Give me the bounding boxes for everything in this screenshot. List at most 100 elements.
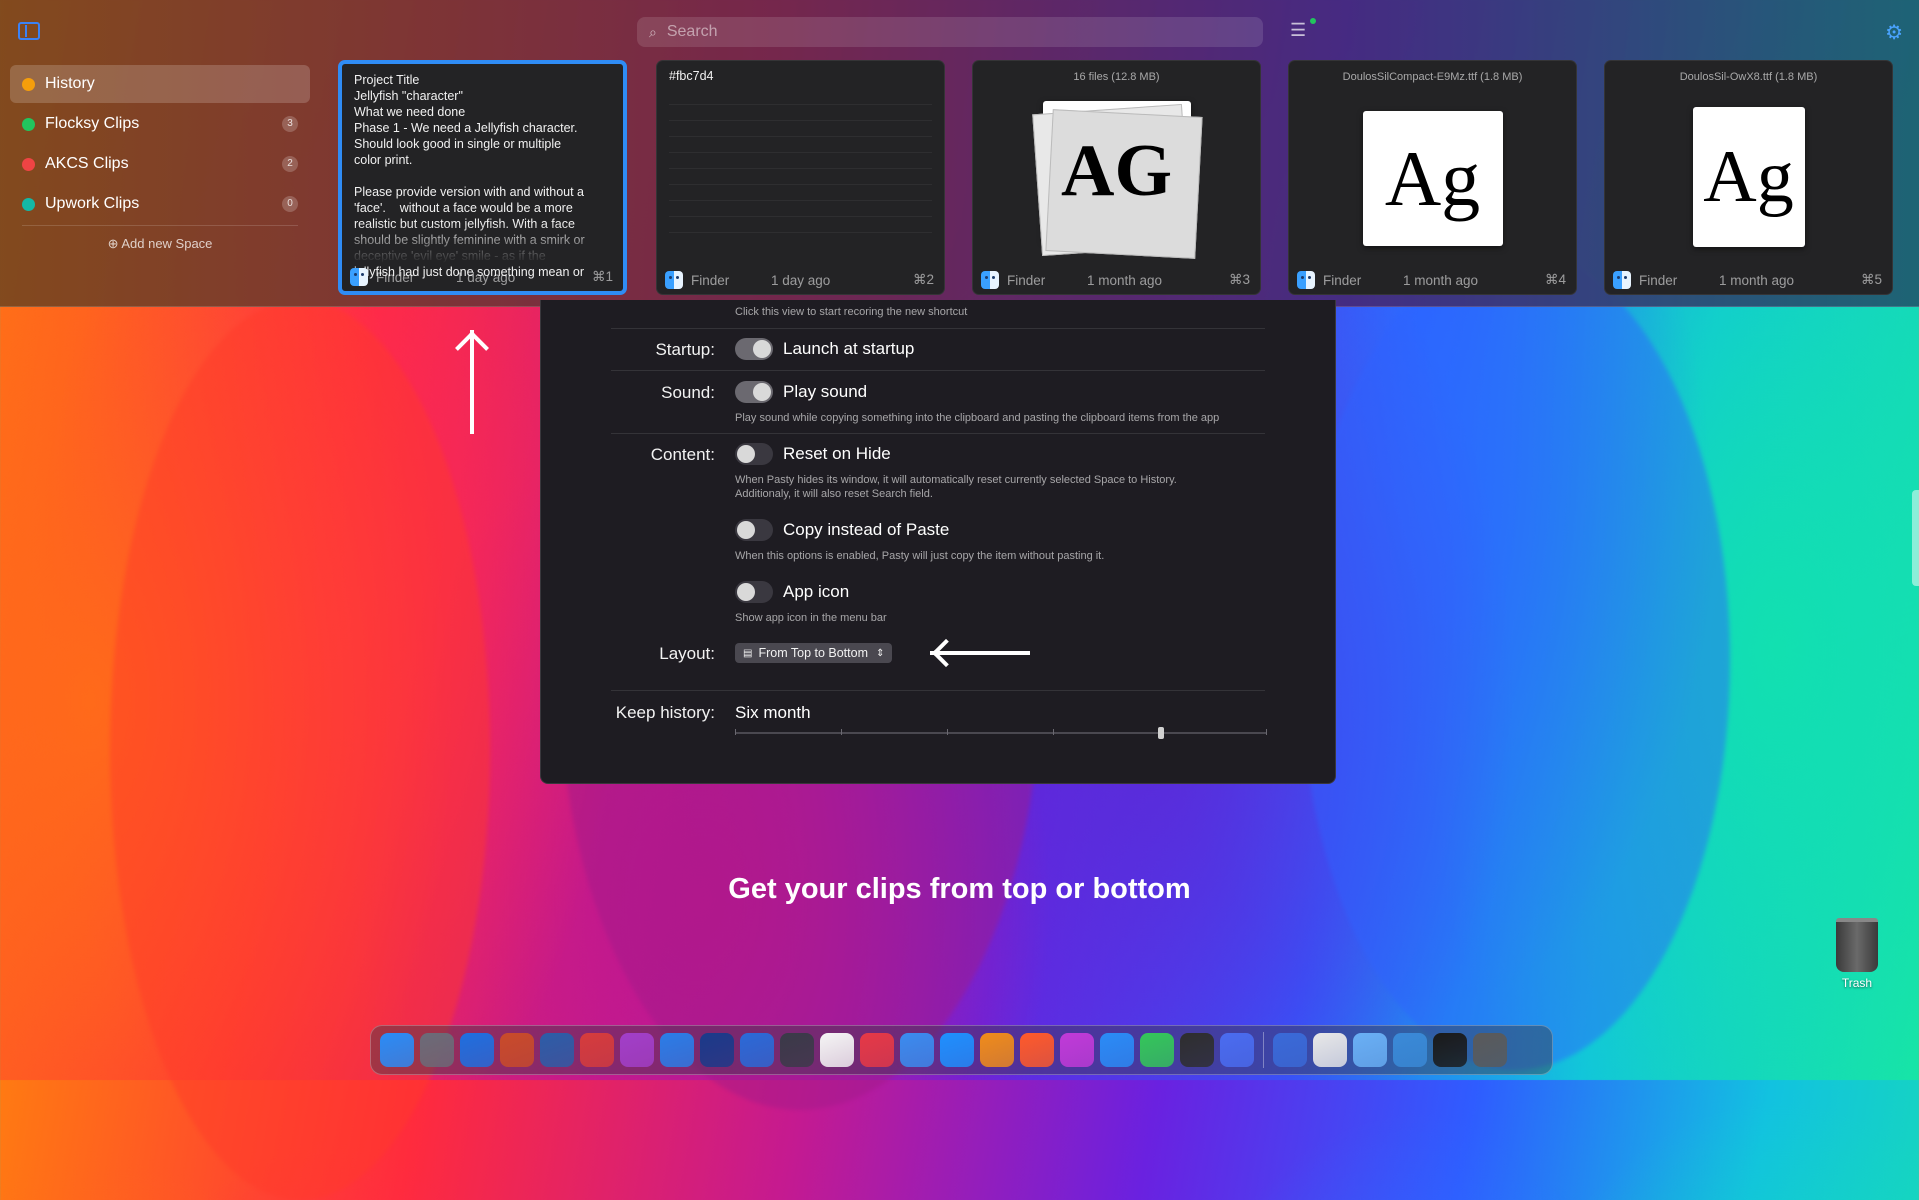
space-item-flocksy[interactable]: Flocksy Clips 3 bbox=[10, 105, 310, 143]
sound-hint: Play sound while copying something into … bbox=[735, 412, 1220, 424]
dock-app-icon[interactable] bbox=[1433, 1033, 1467, 1067]
dock-app-icon[interactable] bbox=[1273, 1033, 1307, 1067]
dock-app-icon[interactable] bbox=[900, 1033, 934, 1067]
dock-app-icon[interactable] bbox=[1060, 1033, 1094, 1067]
app-icon-toggle[interactable] bbox=[735, 581, 773, 603]
clip-time: 1 day ago bbox=[456, 269, 516, 285]
dock-app-icon[interactable] bbox=[1313, 1033, 1347, 1067]
clip-file-header: DoulosSil-OwX8.ttf (1.8 MB) bbox=[1679, 71, 1818, 83]
clip-file-header: 16 files (12.8 MB) bbox=[1073, 71, 1160, 83]
clip-card-3[interactable]: 16 files (12.8 MB) AG Finder 1 month ago… bbox=[972, 60, 1261, 295]
sidebar-toggle-icon[interactable] bbox=[18, 22, 40, 40]
finder-icon bbox=[350, 268, 368, 286]
divider bbox=[611, 328, 1265, 329]
dock-separator bbox=[1263, 1032, 1264, 1068]
dock-app-icon[interactable] bbox=[420, 1033, 454, 1067]
option-label: App icon bbox=[783, 582, 850, 601]
dock-app-icon[interactable] bbox=[1140, 1033, 1174, 1067]
clip-footer: Finder 1 month ago ⌘5 bbox=[1605, 266, 1892, 294]
keep-history-label: Keep history: bbox=[615, 703, 715, 722]
reset-on-hide-option[interactable]: Reset on Hide bbox=[735, 443, 891, 465]
dock-app-icon[interactable] bbox=[540, 1033, 574, 1067]
app-icon-option[interactable]: App icon bbox=[735, 581, 849, 603]
dock-app-icon[interactable] bbox=[740, 1033, 774, 1067]
clip-shortcut: ⌘4 bbox=[1544, 272, 1566, 287]
dock-app-icon[interactable] bbox=[1473, 1033, 1507, 1067]
keep-history-slider[interactable] bbox=[735, 727, 1267, 739]
reset-on-hide-hint: When Pasty hides its window, it will aut… bbox=[735, 474, 1177, 500]
clip-shortcut: ⌘3 bbox=[1228, 272, 1250, 287]
dock-app-icon[interactable] bbox=[660, 1033, 694, 1067]
slider-thumb[interactable] bbox=[1157, 727, 1164, 739]
clip-shortcut: ⌘2 bbox=[912, 272, 934, 287]
toggle-knob bbox=[737, 521, 755, 539]
fade-overlay bbox=[342, 223, 623, 263]
dock-app-icon[interactable] bbox=[820, 1033, 854, 1067]
scrollbar-handle[interactable] bbox=[1912, 490, 1919, 586]
dock-app-icon[interactable] bbox=[1100, 1033, 1134, 1067]
clip-card-2[interactable]: #fbc7d4 Finder 1 day ago ⌘2 bbox=[656, 60, 945, 295]
add-space-button[interactable]: ⊕ Add new Space bbox=[10, 236, 310, 252]
toggle-knob bbox=[753, 340, 771, 358]
trash-icon bbox=[1836, 918, 1878, 972]
slider-tick bbox=[947, 729, 948, 735]
clip-shortcut: ⌘5 bbox=[1860, 272, 1882, 287]
clip-card-5[interactable]: DoulosSil-OwX8.ttf (1.8 MB) Ag Finder 1 … bbox=[1604, 60, 1893, 295]
arrow-up-annotation bbox=[470, 330, 474, 434]
clip-footer: Finder 1 month ago ⌘3 bbox=[973, 266, 1260, 294]
clip-shortcut: ⌘1 bbox=[591, 269, 613, 284]
space-label: Upwork Clips bbox=[45, 195, 140, 212]
space-color-dot bbox=[22, 157, 35, 171]
layout-select[interactable]: ▤ From Top to Bottom ⇕ bbox=[735, 643, 893, 663]
reset-on-hide-toggle[interactable] bbox=[735, 443, 773, 465]
layout-value: From Top to Bottom bbox=[758, 646, 868, 660]
search-bar[interactable]: ⌕ bbox=[637, 17, 1263, 47]
space-color-dot bbox=[22, 117, 35, 131]
option-label: Launch at startup bbox=[783, 339, 915, 358]
font-file-icon: Ag bbox=[1692, 107, 1805, 247]
copy-instead-of-paste-toggle[interactable] bbox=[735, 519, 773, 541]
gear-icon[interactable]: ⚙ bbox=[1885, 20, 1903, 45]
play-sound-toggle[interactable] bbox=[735, 381, 773, 403]
dock-app-icon[interactable] bbox=[500, 1033, 534, 1067]
clip-preview-lines bbox=[669, 89, 932, 239]
play-sound-option[interactable]: Play sound bbox=[735, 381, 867, 403]
trash-desktop-icon[interactable]: Trash bbox=[1822, 918, 1892, 990]
clip-card-1[interactable]: Project Title Jellyfish "character" What… bbox=[338, 60, 627, 295]
toggle-knob bbox=[737, 445, 755, 463]
filter-icon[interactable]: ☰ bbox=[1290, 18, 1316, 40]
promo-caption: Get your clips from top or bottom bbox=[728, 873, 1191, 905]
pasty-panel: ⌕ ☰ ⚙ History Flocksy Clips 3 AKCS Clips… bbox=[0, 0, 1919, 307]
dock-app-icon[interactable] bbox=[1020, 1033, 1054, 1067]
dock-app-icon[interactable] bbox=[980, 1033, 1014, 1067]
copy-instead-of-paste-option[interactable]: Copy instead of Paste bbox=[735, 519, 949, 541]
space-item-akcs[interactable]: AKCS Clips 2 bbox=[10, 145, 310, 183]
dock-app-icon[interactable] bbox=[1353, 1033, 1387, 1067]
dock-app-icon[interactable] bbox=[1180, 1033, 1214, 1067]
dock-app-icon[interactable] bbox=[780, 1033, 814, 1067]
clip-card-4[interactable]: DoulosSilCompact-E9Mz.ttf (1.8 MB) Ag Fi… bbox=[1288, 60, 1577, 295]
dock-app-icon[interactable] bbox=[700, 1033, 734, 1067]
dock-app-icon[interactable] bbox=[460, 1033, 494, 1067]
clip-footer: Finder 1 month ago ⌘4 bbox=[1289, 266, 1576, 294]
space-item-upwork[interactable]: Upwork Clips 0 bbox=[10, 185, 310, 223]
dock-app-icon[interactable] bbox=[380, 1033, 414, 1067]
launch-at-startup-toggle[interactable] bbox=[735, 338, 773, 360]
search-icon: ⌕ bbox=[649, 23, 657, 40]
space-count-badge: 3 bbox=[282, 116, 298, 132]
option-label: Copy instead of Paste bbox=[783, 520, 950, 539]
clip-color-value: #fbc7d4 bbox=[669, 69, 714, 83]
space-label: Flocksy Clips bbox=[45, 115, 140, 132]
search-input[interactable] bbox=[664, 22, 1229, 42]
dock-app-icon[interactable] bbox=[940, 1033, 974, 1067]
dock-app-icon[interactable] bbox=[860, 1033, 894, 1067]
dock-app-icon[interactable] bbox=[1220, 1033, 1254, 1067]
launch-at-startup-option[interactable]: Launch at startup bbox=[735, 338, 914, 360]
filter-active-dot bbox=[1310, 18, 1316, 24]
divider bbox=[611, 433, 1265, 434]
space-item-history[interactable]: History bbox=[10, 65, 310, 103]
dock-app-icon[interactable] bbox=[580, 1033, 614, 1067]
dock-app-icon[interactable] bbox=[620, 1033, 654, 1067]
option-label: Reset on Hide bbox=[783, 444, 891, 463]
dock-app-icon[interactable] bbox=[1393, 1033, 1427, 1067]
